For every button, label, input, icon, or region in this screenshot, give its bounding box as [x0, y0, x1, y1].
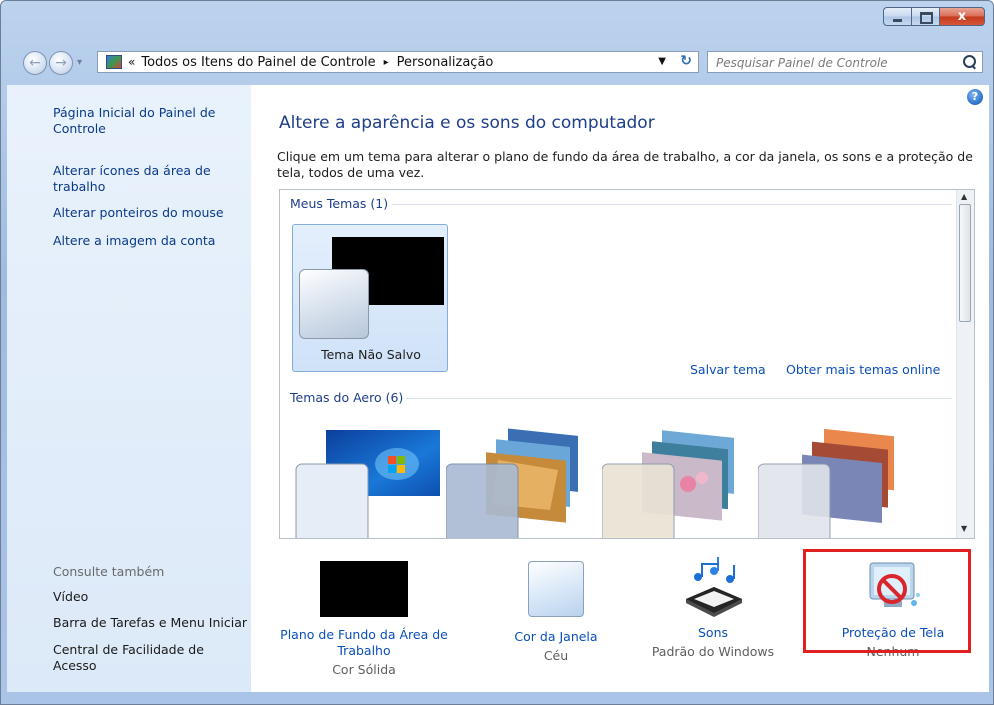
search-icon[interactable]	[963, 55, 976, 68]
sidebar: Página Inicial do Painel de Controle Alt…	[7, 85, 251, 692]
group-header-aero-themes[interactable]: Temas do Aero (6)	[290, 390, 403, 405]
search-input[interactable]	[714, 53, 958, 73]
maximize-button[interactable]	[911, 7, 939, 26]
forward-button[interactable]: →	[49, 51, 73, 75]
navigation-bar: ← → ▾ « Todos os Itens do Painel de Cont…	[1, 47, 993, 77]
group-divider	[392, 204, 952, 205]
sounds-icon	[686, 557, 742, 617]
sidebar-link-mouse-pointers[interactable]: Alterar ponteiros do mouse	[53, 205, 224, 221]
screen-saver-highlight-box	[803, 549, 971, 653]
desktop-background-label[interactable]: Plano de Fundo da Área de Trabalho	[279, 627, 449, 659]
see-also-link-taskbar[interactable]: Barra de Tarefas e Menu Iniciar	[53, 615, 247, 631]
window-color-setting[interactable]: Cor da Janela Céu	[481, 561, 631, 664]
window-color-value: Céu	[543, 648, 569, 663]
theme-tile-landscapes[interactable]	[757, 420, 908, 538]
sidebar-link-desktop-icons[interactable]: Alterar ícones da área de trabalho	[53, 163, 223, 195]
window-color-label[interactable]: Cor da Janela	[481, 629, 631, 645]
refresh-icon[interactable]: ↻	[680, 53, 692, 69]
address-bar[interactable]: « Todos os Itens do Painel de Controle ▸…	[97, 51, 699, 73]
minimize-button[interactable]	[883, 7, 911, 26]
architecture-theme-preview	[445, 428, 578, 538]
see-also-link-ease-of-access[interactable]: Central de Facilidade de Acesso	[53, 642, 223, 674]
desktop-background-setting[interactable]: Plano de Fundo da Área de Trabalho Cor S…	[279, 561, 449, 678]
theme-tile-unsaved[interactable]: Tema Não Salvo	[292, 224, 448, 372]
sounds-label[interactable]: Sons	[633, 625, 793, 641]
see-also-heading: Consulte também	[53, 564, 165, 579]
windows-7-theme-preview	[295, 430, 440, 538]
maximize-icon	[920, 12, 933, 24]
sidebar-link-account-picture[interactable]: Altere a imagem da conta	[53, 233, 215, 249]
control-panel-icon	[106, 55, 122, 69]
main-content: ? Altere a aparência e os sons do comput…	[251, 85, 989, 692]
scroll-down-icon[interactable]: ▼	[961, 524, 967, 533]
sidebar-link-control-panel-home[interactable]: Página Inicial do Painel de Controle	[53, 105, 233, 137]
theme-tile-windows-7[interactable]	[292, 420, 442, 538]
theme-tile-architecture[interactable]	[445, 420, 596, 538]
group-divider	[406, 398, 952, 399]
theme-label-unsaved: Tema Não Salvo	[321, 347, 421, 362]
scroll-thumb[interactable]	[959, 204, 971, 322]
minimize-icon	[893, 19, 902, 22]
window-color-icon	[528, 561, 584, 617]
breadcrumb-all-items[interactable]: Todos os Itens do Painel de Controle	[141, 55, 375, 70]
breadcrumb-overflow[interactable]: «	[128, 55, 135, 69]
desktop-background-preview	[320, 561, 408, 617]
theme-preview-glass	[299, 269, 369, 339]
recent-pages-dropdown[interactable]: ▾	[77, 57, 82, 68]
group-header-my-themes[interactable]: Meus Temas (1)	[290, 196, 388, 211]
scroll-up-icon[interactable]: ▲	[961, 192, 967, 201]
theme-list[interactable]: Meus Temas (1) Tema Não Salvo Salvar tem…	[279, 189, 975, 539]
save-theme-link[interactable]: Salvar tema	[690, 362, 766, 377]
theme-tile-nature[interactable]	[601, 420, 752, 538]
page-title: Altere a aparência e os sons do computad…	[279, 113, 655, 133]
page-description: Clique em um tema para alterar o plano d…	[277, 149, 973, 180]
landscapes-theme-preview	[757, 428, 894, 538]
breadcrumb-separator[interactable]: ▸	[384, 57, 389, 68]
nature-theme-preview	[601, 430, 734, 538]
breadcrumb-personalization[interactable]: Personalização	[397, 55, 494, 70]
personalization-window: x ← → ▾ « Todos os Itens do Painel de Co…	[0, 0, 994, 705]
back-button[interactable]: ←	[23, 51, 47, 75]
help-icon[interactable]: ?	[967, 89, 983, 105]
get-more-themes-link[interactable]: Obter mais temas online	[786, 362, 940, 377]
sounds-setting[interactable]: Sons Padrão do Windows	[633, 555, 793, 660]
close-button[interactable]: x	[939, 7, 985, 26]
caption-buttons: x	[883, 7, 985, 26]
see-also-link-video[interactable]: Vídeo	[53, 589, 88, 605]
desktop-background-value: Cor Sólida	[332, 662, 396, 677]
title-bar[interactable]: x	[1, 1, 993, 41]
address-dropdown-icon[interactable]: ▼	[658, 56, 666, 67]
search-box[interactable]	[707, 51, 983, 73]
sounds-value: Padrão do Windows	[651, 644, 775, 659]
theme-list-scrollbar[interactable]: ▲ ▼	[956, 190, 974, 538]
